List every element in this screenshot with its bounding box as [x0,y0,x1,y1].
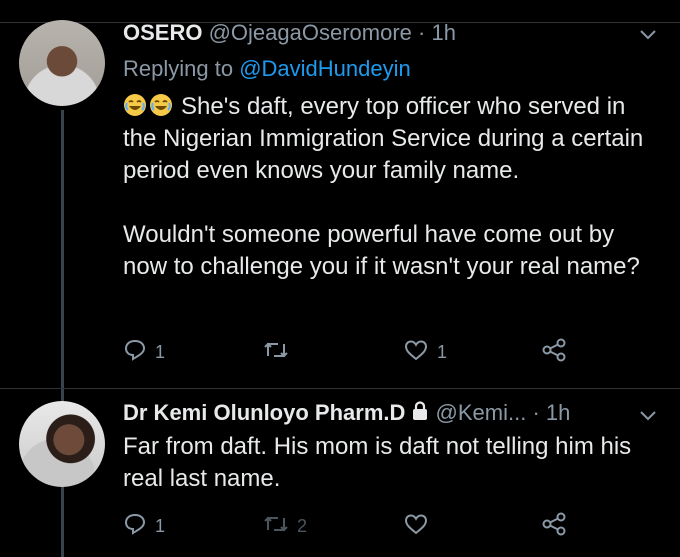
reply-icon [123,512,147,541]
tweet-paragraph-text: She's daft, every top officer who served… [123,93,644,184]
like-button[interactable]: 1 [403,338,447,366]
like-icon [403,338,429,367]
share-button[interactable] [541,512,567,540]
retweet-icon [263,338,289,367]
like-icon [403,512,429,541]
retweet-count: 2 [297,515,308,536]
retweet-button[interactable] [263,338,297,366]
reply-icon [123,338,147,367]
timestamp[interactable]: 1h [431,20,455,45]
tweet-paragraph: She's daft, every top officer who served… [123,91,663,187]
avatar[interactable] [19,401,105,487]
share-icon [541,511,567,542]
tweet-paragraph-text: Wouldn't someone powerful have come out … [123,221,640,280]
reply-button[interactable]: 1 [123,512,165,540]
user-handle[interactable]: @Kemi... [436,400,527,425]
timestamp[interactable]: 1h [546,400,570,425]
retweet-icon [263,512,289,541]
retweet-button[interactable]: 2 [263,512,307,540]
user-name[interactable]: OSERO [123,20,202,45]
separator: · [532,400,540,425]
chevron-down-icon[interactable] [638,405,658,425]
share-button[interactable] [541,338,567,366]
tweet-kemi[interactable]: Dr Kemi Olunloyo Pharm.D @Kemi... · 1h F… [0,389,680,557]
tweet-header: Dr Kemi Olunloyo Pharm.D @Kemi... · 1h [123,400,570,427]
tweet-header: OSERO @OjeagaOseromore · 1h [123,20,456,46]
reply-count: 1 [155,515,166,536]
reply-count: 1 [155,341,166,362]
like-count: 1 [437,341,448,362]
joy-emoji [123,93,173,117]
tweet-actions: 1 2 [123,512,573,540]
lock-icon [411,401,429,427]
like-button[interactable] [403,512,437,540]
replying-to: Replying to @DavidHundeyin [123,56,411,82]
separator: · [418,20,426,45]
replying-prefix: Replying to [123,56,234,81]
user-name[interactable]: Dr Kemi Olunloyo Pharm.D [123,400,405,425]
tweet-text: She's daft, every top officer who served… [123,91,663,283]
tweet-paragraph: Wouldn't someone powerful have come out … [123,219,663,283]
tweet-paragraph: Far from daft. His mom is daft not telli… [123,433,632,492]
reply-button[interactable]: 1 [123,338,165,366]
tweet-actions: 1 1 [123,338,573,366]
mention-link[interactable]: @DavidHundeyin [239,56,411,81]
tweet-text: Far from daft. His mom is daft not telli… [123,431,663,495]
user-handle[interactable]: @OjeagaOseromore [209,20,412,45]
chevron-down-icon[interactable] [638,24,658,44]
tweet-osero[interactable]: OSERO @OjeagaOseromore · 1h Replying to … [0,0,680,557]
avatar[interactable] [19,20,105,106]
share-icon [541,337,567,368]
